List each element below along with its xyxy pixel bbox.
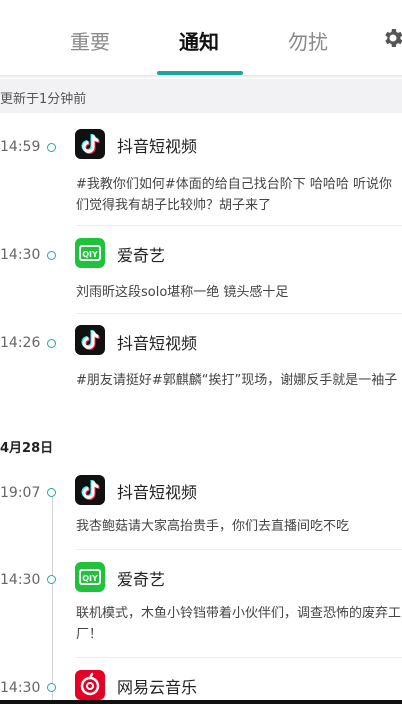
row-divider xyxy=(76,225,402,226)
tab-notifications[interactable]: 通知 xyxy=(179,26,219,55)
tiktok-app-icon xyxy=(75,129,105,159)
notification-message[interactable]: 刘雨昕这段solo堪称一绝 镜头感十足 xyxy=(76,282,402,303)
svg-text:QIY: QIY xyxy=(82,574,98,583)
row-divider xyxy=(76,549,402,550)
timeline-dot xyxy=(47,488,56,497)
timeline-dot xyxy=(47,251,56,260)
timeline-line xyxy=(52,492,53,704)
notification-message[interactable]: #我教你们如何#体面的给自己找台阶下 哈哈哈 听说你们觉得我有胡子比较帅？胡子来… xyxy=(76,174,402,216)
row-divider xyxy=(76,657,402,658)
iqiyi-icon: QIY xyxy=(79,569,101,585)
netease-music-icon xyxy=(80,672,100,696)
iqiyi-app-icon: QIY xyxy=(75,238,105,268)
notification-message[interactable]: 联机模式，木鱼小铃铛带着小伙伴们，调查恐怖的废弃工厂！ xyxy=(76,603,402,645)
update-status-bar: 更新于1分钟前 xyxy=(0,79,402,113)
tab-bar: 重要 通知 勿扰 xyxy=(0,0,402,76)
notification-app-name[interactable]: 网易云音乐 xyxy=(117,674,197,698)
notification-message[interactable]: #朋友请挺好#郭麒麟“挨打”现场，谢娜反手就是一袖子 xyxy=(76,370,402,391)
notification-time: 14:30 xyxy=(0,247,41,263)
notification-app-name[interactable]: 抖音短视频 xyxy=(117,330,197,354)
tab-do-not-disturb[interactable]: 勿扰 xyxy=(288,26,328,55)
notification-app-name[interactable]: 抖音短视频 xyxy=(117,479,197,503)
notification-time: 14:30 xyxy=(0,572,41,588)
tiktok-app-icon xyxy=(75,325,105,355)
tiktok-app-icon xyxy=(75,475,105,505)
svg-text:QIY: QIY xyxy=(82,250,98,259)
timeline-dot xyxy=(47,143,56,152)
row-divider xyxy=(76,313,402,314)
date-header: 4月28日 xyxy=(0,441,54,456)
netease-music-app-icon xyxy=(75,670,105,700)
timeline-dot xyxy=(47,339,56,348)
tab-important[interactable]: 重要 xyxy=(70,26,110,55)
timeline-dot xyxy=(47,575,56,584)
iqiyi-app-icon: QIY xyxy=(75,562,105,592)
gear-icon[interactable] xyxy=(381,26,402,50)
notification-time: 19:07 xyxy=(0,485,41,501)
notification-time: 14:26 xyxy=(0,335,41,351)
bottom-edge-bar xyxy=(0,700,402,704)
update-status-text: 更新于1分钟前 xyxy=(0,92,87,107)
notification-app-name[interactable]: 爱奇艺 xyxy=(117,566,165,590)
tiktok-icon xyxy=(81,134,100,154)
timeline-dot xyxy=(47,683,56,692)
notification-time: 14:30 xyxy=(0,680,41,696)
notification-app-name[interactable]: 抖音短视频 xyxy=(117,133,197,157)
notification-app-name[interactable]: 爱奇艺 xyxy=(117,242,165,266)
tiktok-icon xyxy=(81,480,100,500)
notification-message[interactable]: 我杏鲍菇请大家高抬贵手，你们去直播间吃不吃 xyxy=(76,516,402,537)
iqiyi-icon: QIY xyxy=(79,245,101,261)
tiktok-icon xyxy=(81,330,100,350)
notification-time: 14:59 xyxy=(0,139,41,155)
